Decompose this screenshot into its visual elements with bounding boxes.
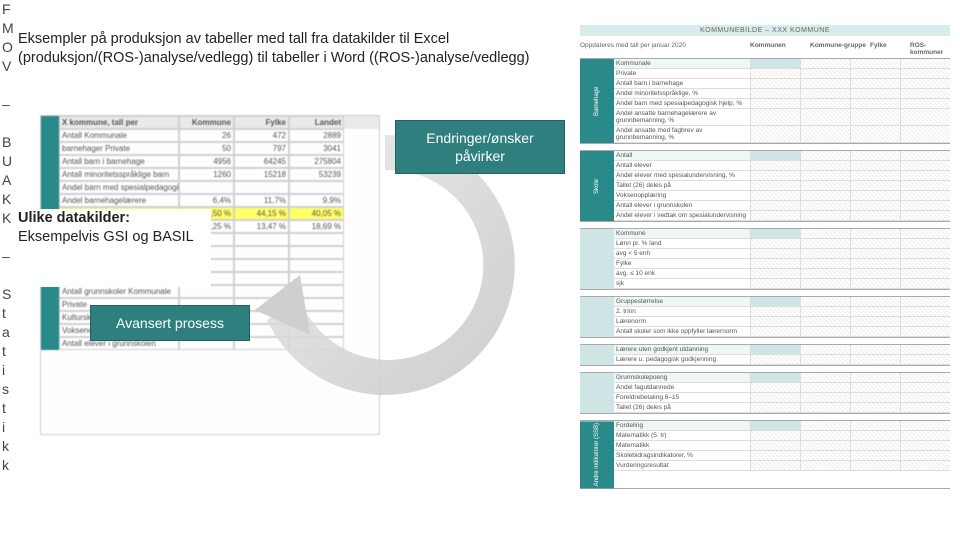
left-margin-letters: FMOV – BUAKK – Statistikk [2, 0, 16, 475]
kommune-caption-row: Oppdateres med tall per januar 2020 Komm… [580, 42, 950, 56]
data-sources-box: Ulike datakilder: Eksempelvis GSI og BAS… [16, 209, 211, 287]
callout-process: Avansert prosess [90, 305, 250, 341]
callout-changes: Endringer/ønsker påvirker [395, 120, 565, 174]
description-text: Eksempler på produksjon av tabeller med … [18, 30, 548, 68]
data-sources-line: Eksempelvis GSI og BASIL [18, 229, 194, 245]
kommune-title: KOMMUNEBILDE – XXX KOMMUNE [580, 25, 950, 36]
data-sources-title: Ulike datakilder: [18, 210, 130, 226]
kommune-table-preview: KOMMUNEBILDE – XXX KOMMUNE Oppdateres me… [580, 25, 950, 495]
